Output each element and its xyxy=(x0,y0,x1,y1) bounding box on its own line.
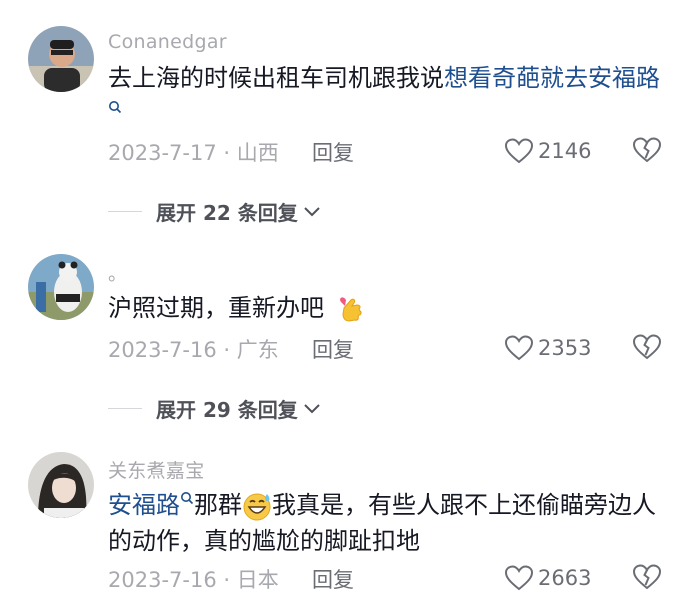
comment-date-location: 2023-7-16 · 日本 xyxy=(108,568,279,592)
expand-replies[interactable]: 展开 22 条回复 xyxy=(108,196,322,226)
heart-icon xyxy=(504,138,534,164)
comment-text-plain: 去上海的时候出租车司机跟我说 xyxy=(108,64,444,92)
expand-divider xyxy=(108,407,142,409)
like-count: 2663 xyxy=(538,566,592,590)
expand-replies[interactable]: 展开 29 条回复 xyxy=(108,393,322,423)
comment-username[interactable]: 关东煮嘉宝 xyxy=(108,456,205,483)
reply-button[interactable]: 回复 xyxy=(312,137,354,167)
dislike-button[interactable] xyxy=(632,333,662,365)
broken-heart-icon xyxy=(632,137,662,163)
reply-button[interactable]: 回复 xyxy=(312,334,354,364)
comment-text-plain: 那群 xyxy=(194,491,242,519)
chevron-down-icon xyxy=(304,404,320,414)
like-count: 2146 xyxy=(538,139,592,163)
expand-divider xyxy=(108,210,142,212)
search-link[interactable]: 想看奇葩就去安福路 xyxy=(444,64,660,92)
comment-text: 安福路 那群 我真是，有些人跟不上还偷瞄旁边人的动作，真的尴尬的脚趾扣地 xyxy=(108,487,668,559)
search-link[interactable]: 安福路 xyxy=(108,491,180,519)
like-button[interactable]: 2353 xyxy=(504,334,591,362)
heart-icon xyxy=(504,335,534,361)
comment-text: 沪照过期，重新办吧 xyxy=(108,290,668,326)
grinning-sweat-emoji-icon xyxy=(243,493,271,521)
finger-heart-emoji-icon xyxy=(339,297,362,322)
expand-replies-label: 展开 22 条回复 xyxy=(156,200,298,225)
comment-meta: 2023-7-17 · 山西 回复 2146 xyxy=(108,137,668,167)
broken-heart-icon xyxy=(632,334,662,360)
comment-text: 去上海的时候出租车司机跟我说想看奇葩就去安福路 xyxy=(108,60,668,132)
reply-button[interactable]: 回复 xyxy=(312,564,354,594)
dislike-button[interactable] xyxy=(632,136,662,168)
avatar[interactable] xyxy=(28,26,94,92)
expand-replies-label: 展开 29 条回复 xyxy=(156,397,298,422)
like-count: 2353 xyxy=(538,336,592,360)
avatar[interactable] xyxy=(28,452,94,518)
comment-date-location: 2023-7-16 · 广东 xyxy=(108,338,279,362)
chevron-down-icon xyxy=(304,207,320,217)
comment-date-location: 2023-7-17 · 山西 xyxy=(108,141,279,165)
search-icon[interactable] xyxy=(180,491,194,505)
comment-username[interactable]: 。 xyxy=(108,259,127,286)
comment-text-plain: 沪照过期，重新办吧 xyxy=(108,294,324,322)
search-icon[interactable] xyxy=(108,100,122,114)
comment-meta: 2023-7-16 · 广东 回复 2353 xyxy=(108,334,668,364)
comment-username[interactable]: Conanedgar xyxy=(108,31,227,53)
like-button[interactable]: 2663 xyxy=(504,564,591,592)
broken-heart-icon xyxy=(632,564,662,590)
heart-icon xyxy=(504,565,534,591)
comment-meta: 2023-7-16 · 日本 回复 2663 xyxy=(108,564,668,594)
like-button[interactable]: 2146 xyxy=(504,137,591,165)
avatar[interactable] xyxy=(28,254,94,320)
dislike-button[interactable] xyxy=(632,563,662,595)
